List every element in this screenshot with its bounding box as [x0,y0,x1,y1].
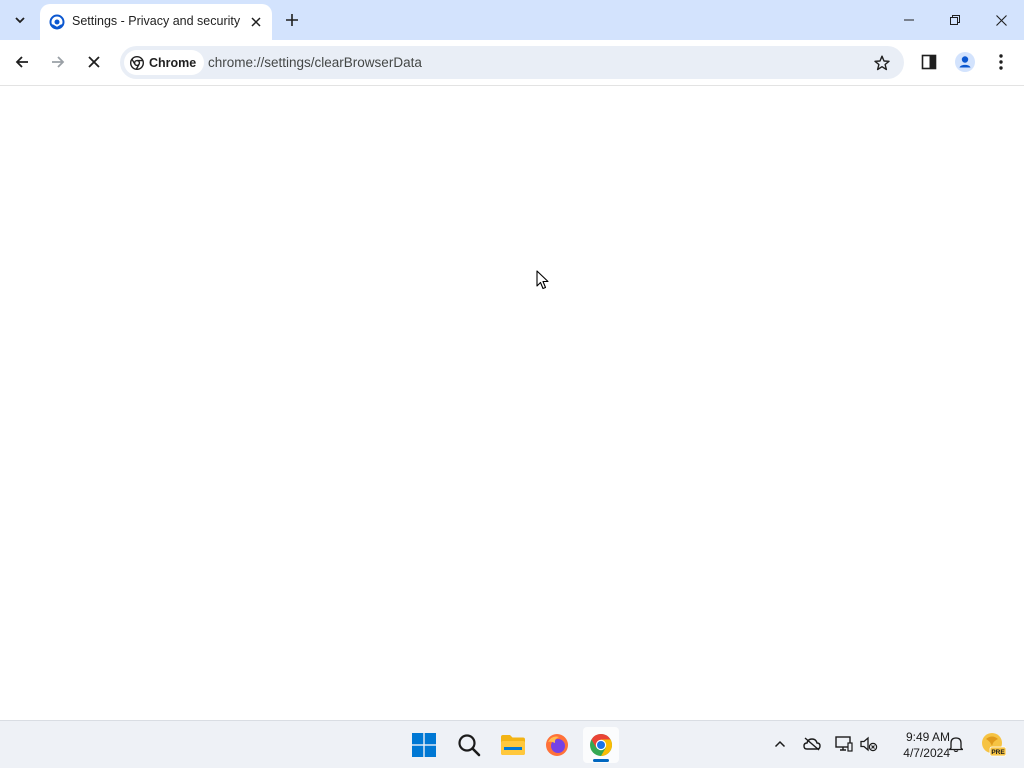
copilot-icon: PRE [982,733,1006,757]
mouse-cursor-icon [536,270,549,290]
chrome-button[interactable] [583,727,619,763]
onedrive-tray-button[interactable] [801,733,823,755]
clock-time: 9:49 AM [905,730,950,744]
network-tray-button[interactable] [833,733,855,755]
site-info-chip[interactable]: Chrome [124,50,205,75]
taskbar: 9:49 AM 4/7/2024 PRE [0,720,1024,768]
chrome-logo-icon [590,734,612,756]
address-bar[interactable]: Chrome chrome://settings/clearBrowserDat… [120,46,904,79]
chevron-down-icon [15,17,25,24]
folder-icon [501,735,525,755]
star-icon [874,55,890,71]
restore-icon [950,15,960,25]
close-icon [251,17,261,27]
chevron-up-icon [774,740,786,748]
firefox-button[interactable] [539,727,575,763]
url-text[interactable]: chrome://settings/clearBrowserData [208,55,422,70]
stop-x-icon [88,56,100,68]
close-window-button[interactable] [978,0,1024,40]
file-explorer-button[interactable] [495,727,531,763]
clock-date: 4/7/2024 [903,746,950,760]
chip-label: Chrome [149,55,197,70]
side-panel-button[interactable] [914,47,944,77]
start-button[interactable] [406,727,442,763]
bookmark-button[interactable] [872,53,892,73]
side-panel-icon [921,54,937,70]
arrow-right-icon [52,56,65,68]
search-icon [458,734,481,757]
forward-button[interactable] [43,47,73,77]
bell-icon [949,737,963,752]
network-icon [835,736,853,752]
clock[interactable]: 9:49 AM 4/7/2024 [884,729,950,761]
windows-logo-icon [412,733,436,757]
page-content [0,87,1024,720]
speaker-muted-icon [860,736,878,752]
preview-badge: PRE [991,749,1005,756]
minimize-button[interactable] [886,0,932,40]
notifications-button[interactable] [945,733,967,755]
menu-button[interactable] [986,47,1016,77]
browser-toolbar: Chrome chrome://settings/clearBrowserDat… [0,40,1024,86]
profile-button[interactable] [950,47,980,77]
close-icon [995,14,1007,26]
stop-loading-button[interactable] [79,47,109,77]
plus-icon [286,14,298,26]
chrome-logo-icon [130,55,144,70]
restore-button[interactable] [932,0,978,40]
person-icon [955,52,975,72]
tab-title: Settings - Privacy and security [72,14,241,28]
volume-tray-button[interactable] [858,733,880,755]
search-button[interactable] [451,727,487,763]
kebab-menu-icon [999,54,1003,70]
new-tab-button[interactable] [280,8,304,32]
tab-close-button[interactable] [246,12,266,32]
tab-strip: Settings - Privacy and security [0,0,1024,40]
back-button[interactable] [7,47,37,77]
tab-search-button[interactable] [8,8,32,32]
settings-gear-icon [49,14,65,30]
cloud-offline-icon [803,737,821,751]
firefox-icon [546,734,568,756]
active-app-indicator [593,759,609,762]
copilot-preview-button[interactable]: PRE [980,731,1006,757]
tab-active[interactable]: Settings - Privacy and security [40,4,272,40]
show-hidden-icons-button[interactable] [769,733,791,755]
minimize-icon [904,19,914,21]
arrow-left-icon [15,56,28,68]
